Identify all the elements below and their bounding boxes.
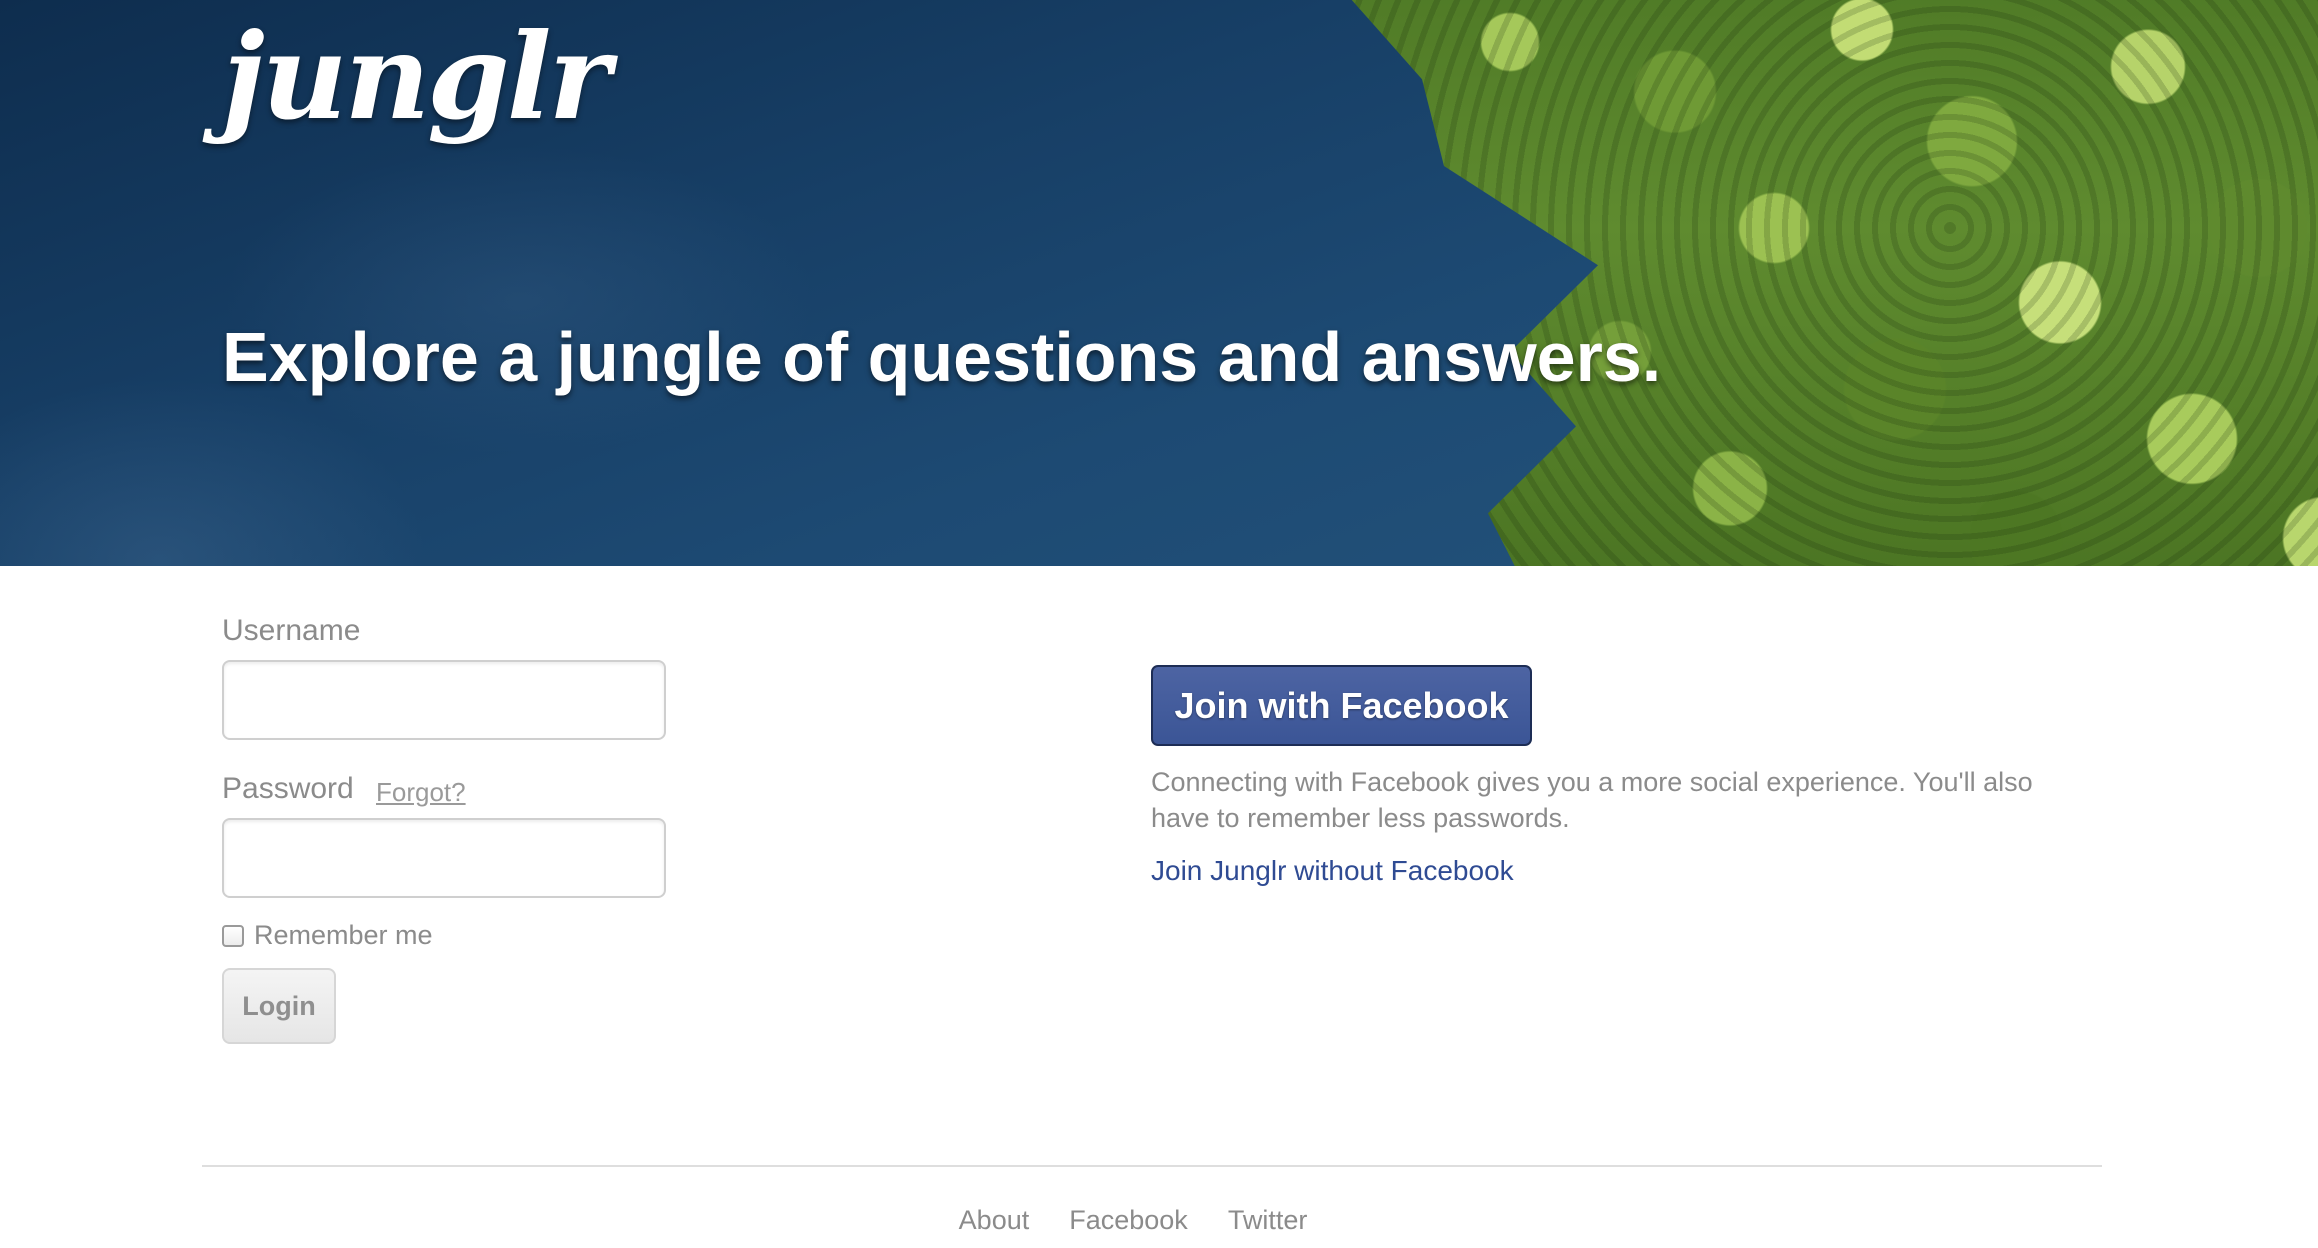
username-label: Username: [222, 614, 361, 647]
login-button[interactable]: Login: [222, 968, 336, 1044]
forgot-password-link[interactable]: Forgot?: [376, 777, 466, 808]
remember-me-checkbox[interactable]: [222, 924, 244, 947]
remember-me-row[interactable]: Remember me: [222, 920, 433, 951]
footer-link-about[interactable]: About: [959, 1205, 1030, 1236]
join-without-facebook-link[interactable]: Join Junglr without Facebook: [1151, 855, 1514, 887]
footer-divider: [202, 1165, 2102, 1167]
hero-tagline: Explore a jungle of questions and answer…: [222, 318, 1662, 396]
hero-banner: junglr Explore a jungle of questions and…: [0, 0, 2318, 566]
join-with-facebook-button[interactable]: Join with Facebook: [1151, 665, 1532, 746]
password-label: Password: [222, 772, 354, 805]
remember-me-label[interactable]: Remember me: [254, 920, 433, 951]
footer-link-twitter[interactable]: Twitter: [1228, 1205, 1308, 1236]
site-logo[interactable]: junglr: [222, 18, 611, 136]
password-input[interactable]: [222, 818, 666, 898]
footer-link-facebook[interactable]: Facebook: [1069, 1205, 1188, 1236]
facebook-description: Connecting with Facebook gives you a mor…: [1151, 767, 2033, 833]
footer-nav: About Facebook Twitter: [0, 1205, 2318, 1236]
jungle-canopy-texture: [1334, 0, 2318, 566]
username-input[interactable]: [222, 660, 666, 740]
